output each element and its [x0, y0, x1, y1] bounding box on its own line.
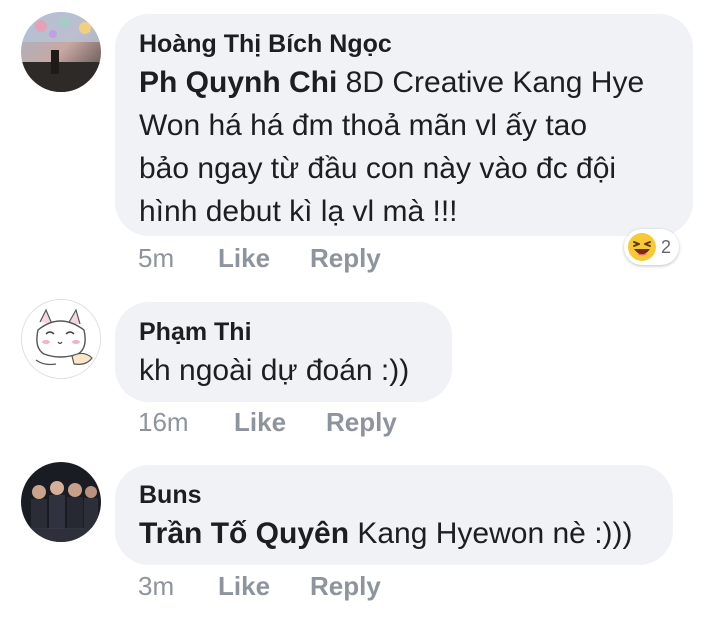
comment-timestamp[interactable]: 5m [138, 243, 218, 277]
like-button[interactable]: Like [234, 407, 326, 441]
avatar[interactable] [21, 12, 101, 92]
avatar-photo-icon [21, 12, 101, 92]
avatar-drawing-icon [22, 300, 100, 378]
comment-timestamp[interactable]: 3m [138, 571, 218, 605]
comment-bubble: Buns Trần Tố Quyên Kang Hyewon nè :))) [115, 465, 673, 565]
comment-text: kh ngoài dự đoán :)) [139, 354, 410, 387]
comment-author[interactable]: Hoàng Thị Bích Ngọc [139, 27, 669, 61]
comment-text: Ph Quynh Chi 8D Creative Kang Hye Won há… [139, 61, 669, 233]
avatar[interactable] [21, 299, 101, 379]
comment-text-line: hình debut kì lạ vl mà !!! [139, 195, 458, 228]
comment-author[interactable]: Buns [139, 478, 649, 512]
mention-link[interactable]: Ph Quynh Chi [139, 66, 337, 99]
like-button[interactable]: Like [218, 571, 310, 605]
comment-author[interactable]: Phạm Thi [139, 315, 428, 349]
mention-link[interactable]: Trần Tố Quyên [139, 517, 349, 550]
avatar[interactable] [21, 462, 101, 542]
comment-bubble: Phạm Thi kh ngoài dự đoán :)) [115, 302, 452, 402]
comment-text-body: Kang Hyewon nè :))) [349, 517, 633, 550]
reply-button[interactable]: Reply [326, 407, 397, 441]
comment-text-line: 8D Creative Kang Hye [337, 66, 645, 99]
reaction-count: 2 [661, 236, 672, 257]
reply-button[interactable]: Reply [310, 243, 381, 277]
comment-text: Trần Tố Quyên Kang Hyewon nè :))) [139, 512, 649, 555]
comment-timestamp[interactable]: 16m [138, 407, 234, 441]
comment-text-line: bảo ngay từ đầu con này vào đc đội [139, 152, 617, 185]
comment-actions: 5m Like Reply [138, 243, 381, 277]
laughing-emoji-icon [628, 233, 656, 261]
like-button[interactable]: Like [218, 243, 310, 277]
comment-actions: 3m Like Reply [138, 571, 381, 605]
reply-button[interactable]: Reply [310, 571, 381, 605]
comment-bubble: Hoàng Thị Bích Ngọc Ph Quynh Chi 8D Crea… [115, 14, 693, 236]
comment-text-line: Won há há đm thoả mãn vl ấy tao [139, 109, 588, 142]
comment-actions: 16m Like Reply [138, 407, 397, 441]
avatar-group-photo-icon [21, 462, 101, 542]
reaction-summary[interactable]: 2 [624, 229, 680, 265]
